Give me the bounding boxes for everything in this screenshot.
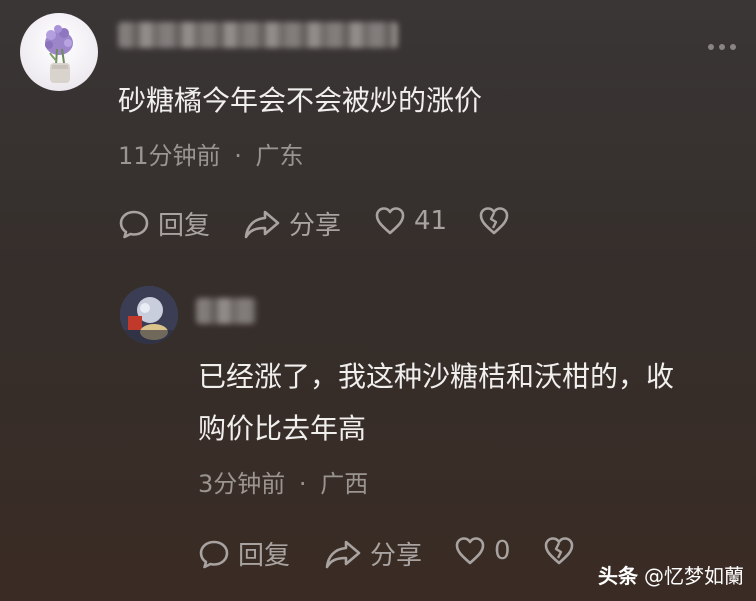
reply-location: 广西 xyxy=(320,470,369,498)
like-count: 41 xyxy=(414,206,448,236)
reply-label: 回复 xyxy=(238,541,291,571)
avatar-image xyxy=(120,286,178,344)
dislike-button[interactable] xyxy=(542,535,576,567)
flower-vase-image xyxy=(45,25,73,83)
reply-time: 3分钟前 xyxy=(198,470,286,498)
comment-time: 11分钟前 xyxy=(118,142,221,170)
comment-bubble-icon xyxy=(199,540,229,568)
broken-heart-icon xyxy=(479,207,509,235)
like-button[interactable]: 0 xyxy=(454,535,511,567)
dislike-button[interactable] xyxy=(477,205,511,237)
reply-meta: 3分钟前 · 广西 xyxy=(198,464,368,499)
reply-button[interactable]: 回复 xyxy=(198,535,290,572)
reply-text-line2: 购价比去年高 xyxy=(198,412,367,445)
like-count: 0 xyxy=(494,536,511,566)
username-blurred[interactable] xyxy=(196,298,256,324)
separator: · xyxy=(298,470,307,498)
share-label: 分享 xyxy=(289,211,342,241)
heart-icon xyxy=(455,537,485,565)
share-button[interactable]: 分享 xyxy=(324,535,422,572)
comment-text: 砂糖橘今年会不会被炒的涨价 xyxy=(118,84,483,117)
reply-text-line1: 已经涨了，我这种沙糖桔和沃柑的，收 xyxy=(198,360,675,393)
separator: · xyxy=(234,142,242,170)
comment-meta: 11分钟前 · 广东 xyxy=(118,136,303,171)
comment-location: 广东 xyxy=(255,142,304,170)
broken-heart-icon xyxy=(544,537,574,565)
share-icon xyxy=(325,540,361,568)
reply-label: 回复 xyxy=(158,211,211,241)
watermark-brand: 头条 xyxy=(598,564,638,588)
avatar[interactable] xyxy=(20,13,98,91)
watermark: 头条 @忆梦如蘭 xyxy=(598,560,744,589)
watermark-author: @忆梦如蘭 xyxy=(644,564,744,588)
avatar[interactable] xyxy=(120,286,178,344)
reply-button[interactable]: 回复 xyxy=(118,205,210,242)
like-button[interactable]: 41 xyxy=(374,205,447,237)
comment-bubble-icon xyxy=(119,210,149,238)
username-blurred[interactable] xyxy=(118,22,398,48)
more-icon[interactable] xyxy=(708,44,736,50)
share-label: 分享 xyxy=(370,541,423,571)
heart-icon xyxy=(375,207,405,235)
share-button[interactable]: 分享 xyxy=(243,205,341,242)
share-icon xyxy=(244,210,280,238)
